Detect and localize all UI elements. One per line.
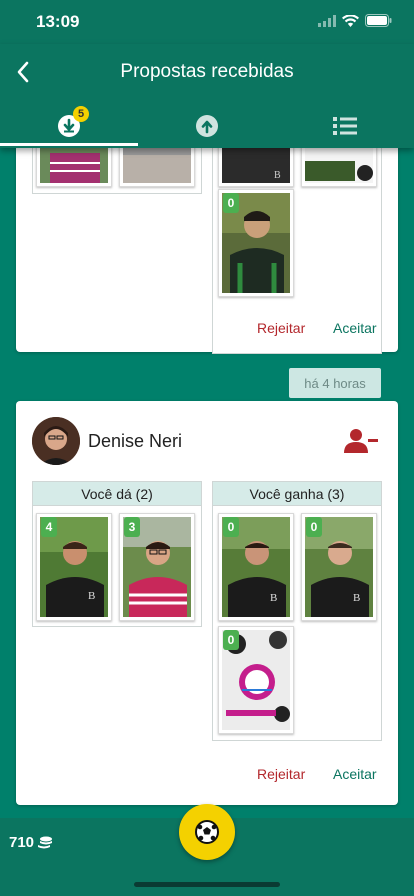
user-name: Denise Neri — [88, 431, 183, 451]
wifi-icon — [342, 14, 359, 27]
sticker-count: 3 — [124, 517, 140, 537]
get-panel: Você ganha (3) 0 B 0 B 0 — [212, 481, 382, 741]
proposals-list[interactable]: B 0 Rejeitar Aceitar há 4 horas Denise N… — [0, 148, 414, 818]
svg-text:B: B — [270, 592, 277, 604]
sticker-count: 0 — [223, 193, 239, 213]
sticker-card[interactable]: 4 B — [36, 513, 112, 621]
player-photo — [305, 148, 373, 183]
sticker-card[interactable]: B — [218, 148, 294, 187]
play-button[interactable] — [179, 804, 235, 860]
block-user-button[interactable] — [344, 427, 378, 455]
tab-list[interactable] — [276, 106, 414, 146]
status-time: 13:09 — [36, 12, 80, 31]
list-icon — [333, 117, 357, 135]
svg-text:B: B — [88, 590, 95, 602]
tab-received[interactable]: 5 — [0, 106, 138, 146]
page-title: Propostas recebidas — [120, 61, 294, 82]
proposal-user: Denise Neri — [32, 417, 382, 465]
reject-button[interactable]: Rejeitar — [257, 766, 305, 782]
sticker-card[interactable]: 0 B — [301, 513, 377, 621]
proposal-card: B 0 Rejeitar Aceitar — [16, 148, 398, 354]
tab-bar: 5 — [0, 106, 414, 146]
avatar[interactable] — [32, 417, 80, 465]
signal-icon — [318, 14, 336, 27]
sticker-card[interactable]: 3 — [119, 513, 195, 621]
give-panel — [32, 148, 202, 194]
tab-sent[interactable] — [138, 106, 276, 146]
svg-text:B: B — [353, 592, 360, 604]
active-tab-indicator — [0, 143, 138, 146]
sticker-card[interactable]: 0 B — [218, 513, 294, 621]
sticker-count: 0 — [306, 517, 322, 537]
player-photo — [123, 148, 191, 183]
sticker-count: 0 — [223, 517, 239, 537]
svg-text:B: B — [274, 170, 281, 181]
bottom-bar: 710 — [0, 804, 414, 896]
sticker-card[interactable] — [119, 148, 195, 187]
give-panel: Você dá (2) 4 B 3 — [32, 481, 202, 627]
coin-balance[interactable]: 710 — [9, 834, 53, 851]
sticker-card[interactable] — [36, 148, 112, 187]
received-count-badge: 5 — [73, 106, 89, 122]
sticker-card[interactable]: 0 — [218, 189, 294, 297]
coin-count: 710 — [9, 834, 35, 851]
proposal-card: Denise Neri Você dá (2) 4 B 3 Você ganha… — [16, 401, 398, 805]
get-header: Você ganha (3) — [213, 482, 381, 506]
player-photo: B — [222, 148, 290, 183]
sticker-count: 4 — [41, 517, 57, 537]
accept-button[interactable]: Aceitar — [333, 766, 377, 782]
sticker-count: 0 — [223, 630, 239, 650]
soccer-ball-icon — [195, 820, 219, 844]
accept-button[interactable]: Aceitar — [333, 320, 377, 336]
remove-user-icon — [344, 429, 378, 453]
upload-icon — [196, 115, 218, 137]
sticker-card[interactable] — [301, 148, 377, 187]
status-bar: 13:09 — [0, 0, 414, 44]
coins-icon — [38, 836, 53, 848]
reject-button[interactable]: Rejeitar — [257, 320, 305, 336]
battery-icon — [365, 14, 392, 27]
home-indicator — [134, 882, 280, 887]
give-header: Você dá (2) — [33, 482, 201, 506]
sticker-card[interactable]: 0 — [218, 626, 294, 734]
player-photo — [40, 148, 108, 183]
status-icons — [318, 14, 392, 27]
timestamp-chip: há 4 horas — [289, 368, 381, 398]
app-header: Propostas recebidas 5 — [0, 44, 414, 148]
